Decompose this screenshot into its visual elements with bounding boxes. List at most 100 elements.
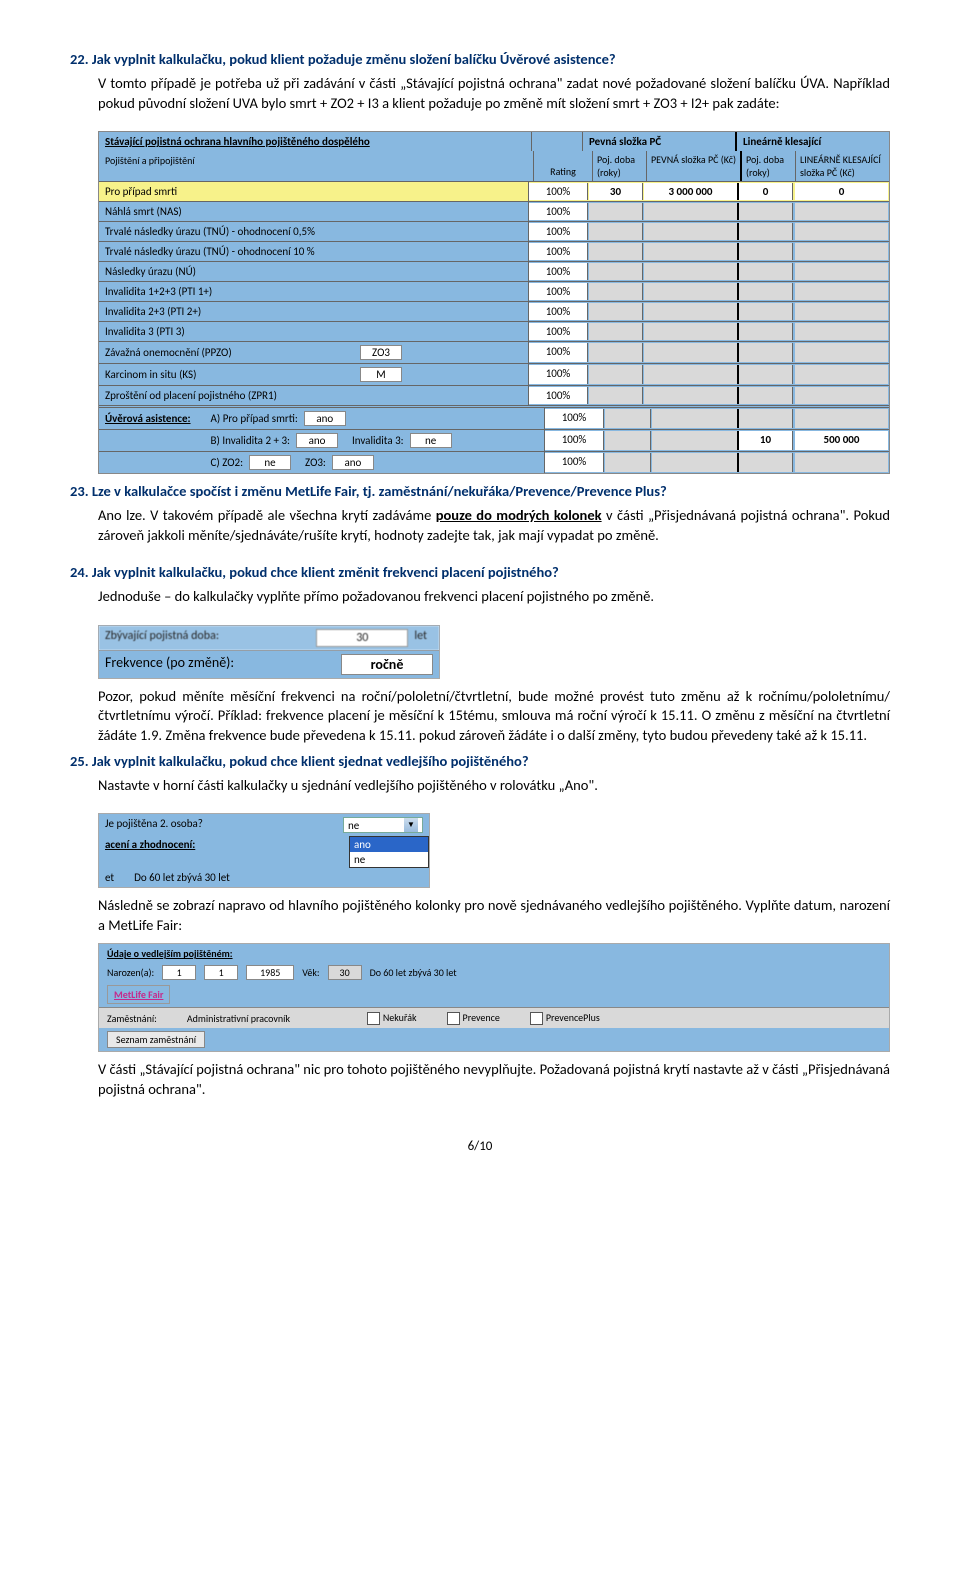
q25-p1: Nastavte v horní části kalkulačky u sjed… bbox=[98, 776, 890, 796]
dd-opt-ne[interactable]: ne bbox=[350, 852, 428, 867]
q22-title: 22. Jak vyplnit kalkulačku, pokud klient… bbox=[70, 50, 890, 68]
det-narozen-label: Narozen(a): bbox=[107, 966, 154, 979]
cell-p1 bbox=[589, 203, 643, 220]
detail-screenshot: Údaje o vedlejším pojištěném: Narozen(a)… bbox=[98, 943, 890, 1052]
det-header: Údaje o vedlejším pojištěném: bbox=[99, 944, 889, 963]
cell-l1 bbox=[739, 387, 793, 404]
row-name: Zproštění od placení pojistného (ZPR1) bbox=[105, 389, 277, 402]
cell-l2 bbox=[795, 263, 888, 280]
tbl-sub-l2: LINEÁRNĚ KLESAJÍCÍ složka PČ (Kč) bbox=[796, 151, 889, 181]
cell-p2 bbox=[644, 283, 739, 300]
ua-c2-value[interactable]: ano bbox=[332, 455, 374, 470]
table-row: Následky úrazu (NÚ)100% bbox=[99, 261, 889, 281]
cell-p1 bbox=[589, 387, 643, 404]
table-row: Trvalé následky úrazu (TNÚ) - ohodnocení… bbox=[99, 241, 889, 261]
row-name: Náhlá smrt (NAS) bbox=[105, 205, 182, 218]
q22-body: V tomto případě je potřeba už při zadává… bbox=[98, 74, 890, 113]
table-row: Zproštění od placení pojistného (ZPR1)10… bbox=[99, 385, 889, 405]
chk-nekurak[interactable] bbox=[367, 1012, 380, 1025]
row-inset[interactable]: ZO3 bbox=[360, 345, 402, 360]
dropdown-screenshot: Je pojištěna 2. osoba? ne▼ acení a zhodn… bbox=[98, 813, 430, 888]
cell-l2 bbox=[795, 323, 888, 340]
ua-c2-label: ZO3: bbox=[305, 456, 326, 469]
frequency-screenshot: Zbývající pojistná doba: 30 let Frekvenc… bbox=[98, 625, 440, 679]
tbl-sub-p2: PEVNÁ složka PČ (Kč) bbox=[647, 151, 742, 181]
q24-title: 24. Jak vyplnit kalkulačku, pokud chce k… bbox=[70, 563, 890, 581]
cell-p1[interactable]: 30 bbox=[589, 183, 643, 200]
ua-a-label: A) Pro případ smrti: bbox=[211, 412, 298, 425]
cell-l1 bbox=[739, 243, 793, 260]
cell-p1 bbox=[589, 365, 643, 384]
det-zam-label: Zaměstnání: bbox=[107, 1012, 157, 1025]
row-name: Trvalé následky úrazu (TNÚ) - ohodnocení… bbox=[105, 245, 315, 258]
row-name: Invalidita 1+2+3 (PTI 1+) bbox=[105, 285, 212, 298]
cell-p1 bbox=[589, 243, 643, 260]
tbl-sub-l1: Poj. doba (roky) bbox=[742, 151, 796, 181]
dd-label: Je pojištěna 2. osoba? bbox=[105, 817, 343, 833]
det-zbyva: Do 60 let zbývá 30 let bbox=[370, 966, 457, 979]
ua-a-value[interactable]: ano bbox=[304, 411, 346, 426]
freq-value[interactable]: ročně bbox=[341, 654, 433, 675]
row-inset[interactable]: M bbox=[360, 367, 402, 382]
cell-p2[interactable]: 3 000 000 bbox=[644, 183, 739, 200]
cell-p2 bbox=[644, 303, 739, 320]
table-row: Pro případ smrti100%303 000 00000 bbox=[99, 181, 889, 201]
det-vek-label: Věk: bbox=[302, 966, 319, 979]
chk-prevenceplus[interactable] bbox=[530, 1012, 543, 1025]
cell-l2[interactable]: 0 bbox=[795, 183, 888, 200]
ua-label: Úvěrová asistence: bbox=[105, 412, 191, 425]
tbl-hdr-linear: Lineárně klesající bbox=[737, 132, 889, 151]
cell-p2 bbox=[644, 223, 739, 240]
det-day[interactable]: 1 bbox=[162, 965, 196, 980]
dd-options[interactable]: ano ne bbox=[349, 836, 429, 868]
ua-b2-value[interactable]: ne bbox=[410, 433, 452, 448]
cell-p1 bbox=[589, 323, 643, 340]
table-row: Invalidita 3 (PTI 3)100% bbox=[99, 321, 889, 341]
ua-c-value[interactable]: ne bbox=[249, 455, 291, 470]
table-row: Invalidita 2+3 (PTI 2+)100% bbox=[99, 301, 889, 321]
det-month[interactable]: 1 bbox=[204, 965, 238, 980]
coverage-table: Stávající pojistná ochrana hlavního poji… bbox=[98, 131, 890, 474]
table-row: Trvalé následky úrazu (TNÚ) - ohodnocení… bbox=[99, 221, 889, 241]
cell-l2 bbox=[795, 243, 888, 260]
q25-p2: Následně se zobrazí napravo od hlavního … bbox=[98, 896, 890, 935]
ua-b2-label: Invalidita 3: bbox=[352, 434, 404, 447]
dd-select[interactable]: ne▼ bbox=[343, 817, 423, 833]
cell-p1 bbox=[589, 263, 643, 280]
cell-l1[interactable]: 0 bbox=[739, 183, 793, 200]
cell-p1 bbox=[589, 283, 643, 300]
q25-p3: V části „Stávající pojistná ochrana" nic… bbox=[98, 1060, 890, 1099]
row-name: Trvalé následky úrazu (TNÚ) - ohodnocení… bbox=[105, 225, 315, 238]
row-name: Pro případ smrti bbox=[105, 185, 177, 198]
dd-under: acení a zhodnocení: bbox=[99, 836, 349, 868]
row-name: Invalidita 3 (PTI 3) bbox=[105, 325, 185, 338]
dd-opt-ano[interactable]: ano bbox=[350, 837, 428, 852]
ua-b-l1[interactable]: 10 bbox=[739, 431, 793, 450]
table-row: Náhlá smrt (NAS)100% bbox=[99, 201, 889, 221]
ua-b-l2[interactable]: 500 000 bbox=[795, 431, 888, 450]
chevron-down-icon: ▼ bbox=[404, 818, 418, 832]
q23-body: Ano lze. V takovém případě ale všechna k… bbox=[98, 506, 890, 545]
table-row: Závažná onemocnění (PPZO)ZO3100% bbox=[99, 341, 889, 363]
ua-c-label: C) ZO2: bbox=[211, 456, 244, 469]
table-row: Invalidita 1+2+3 (PTI 1+)100% bbox=[99, 281, 889, 301]
metlife-fair-label: MetLife Fair bbox=[107, 985, 170, 1004]
cell-p2 bbox=[644, 365, 739, 384]
cell-l1 bbox=[739, 323, 793, 340]
cell-l1 bbox=[739, 303, 793, 320]
chk-prevence[interactable] bbox=[447, 1012, 460, 1025]
cell-l1 bbox=[739, 283, 793, 300]
cell-p2 bbox=[644, 343, 739, 362]
table-row: Karcinom in situ (KS)M100% bbox=[99, 363, 889, 385]
freq-row1-label: Frekvence (po změně): bbox=[105, 654, 341, 675]
ua-b-label: B) Invalidita 2 + 3: bbox=[211, 434, 290, 447]
tbl-hdr-pevna: Pevná složka PČ bbox=[583, 132, 737, 151]
det-year[interactable]: 1985 bbox=[246, 965, 294, 980]
ua-b-value[interactable]: ano bbox=[296, 433, 338, 448]
seznam-zamestnani-button[interactable]: Seznam zaměstnání bbox=[107, 1031, 205, 1048]
cell-l2 bbox=[795, 223, 888, 240]
q25-title: 25. Jak vyplnit kalkulačku, pokud chce k… bbox=[70, 752, 890, 770]
det-zam-value[interactable]: Administrativní pracovník bbox=[187, 1012, 337, 1025]
cell-p1 bbox=[589, 303, 643, 320]
cell-l1 bbox=[739, 365, 793, 384]
